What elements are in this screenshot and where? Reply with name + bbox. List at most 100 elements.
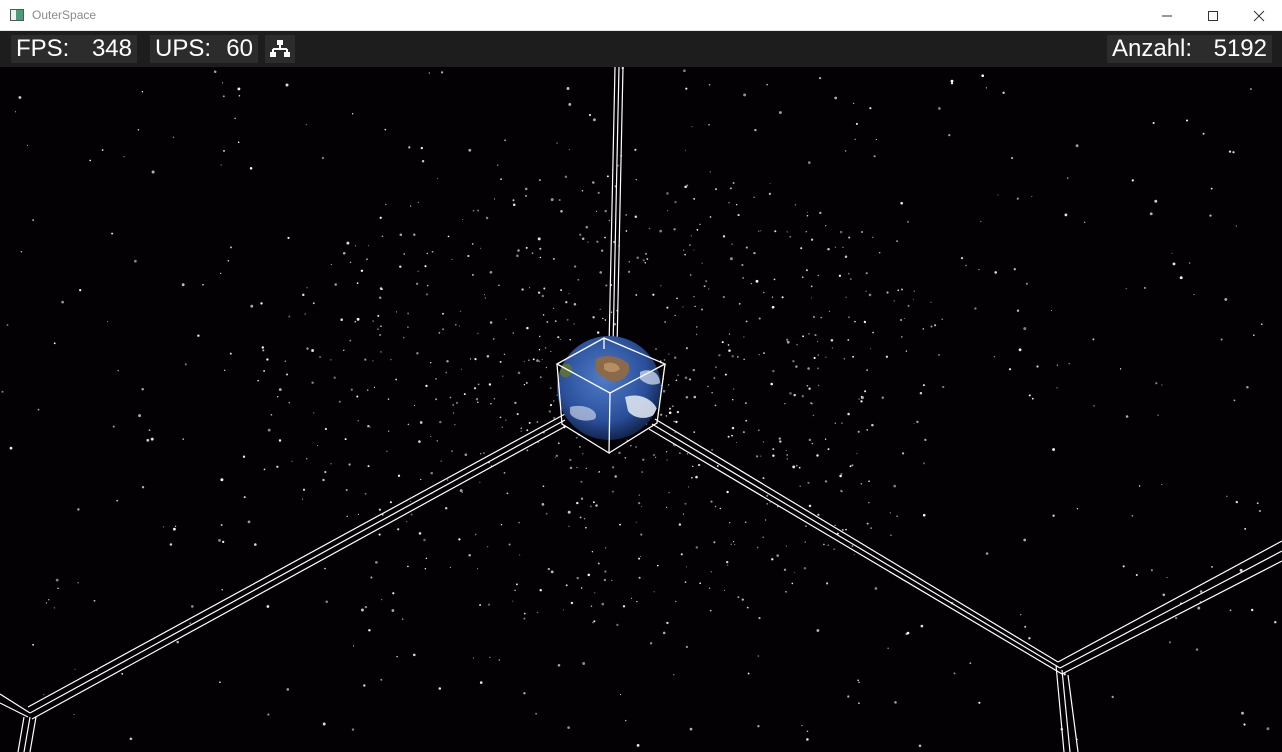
star [666,621,669,625]
star [618,451,621,455]
star [1028,637,1031,640]
maximize-button[interactable] [1190,0,1236,31]
star [1224,297,1228,301]
star [731,426,735,430]
star [291,460,293,462]
star [1166,576,1168,579]
star [526,429,529,432]
star [872,236,874,238]
star [502,375,504,377]
star [807,367,810,370]
star [653,454,655,456]
axis-left [0,413,567,752]
axis-right [648,418,1282,752]
star [213,70,217,74]
star [738,302,741,305]
star [652,293,655,296]
star [1232,151,1235,154]
star [604,236,606,239]
star [693,395,697,399]
star [218,539,221,542]
star [719,507,722,510]
star [1052,514,1055,517]
hierarchy-button[interactable] [265,35,295,63]
star [665,451,668,453]
star [375,561,378,564]
star [305,124,307,126]
star [500,523,503,526]
close-button[interactable] [1236,0,1282,31]
star [425,384,428,388]
star [714,404,717,407]
star [726,490,729,494]
star [890,534,892,536]
star [567,726,570,729]
star [349,261,352,264]
star [1235,225,1237,227]
star [202,283,204,286]
star [885,355,889,358]
star [512,600,514,602]
star [769,502,771,504]
star [1266,727,1270,731]
star [582,453,584,455]
star [655,348,657,351]
star [459,325,461,327]
star [475,398,479,401]
star [638,494,640,496]
star [1256,502,1259,505]
star [14,111,17,113]
space-scene[interactable] [0,67,1282,752]
star [181,283,185,287]
star [640,533,643,536]
star [834,524,836,526]
star [611,579,613,581]
star [638,576,641,579]
star [684,581,687,583]
star [1244,527,1247,530]
star [699,223,701,226]
star [1138,485,1141,487]
star [356,317,360,321]
star [1239,568,1243,572]
star [685,566,688,568]
star [444,506,448,510]
star [807,161,811,164]
star [664,321,666,323]
star [267,428,271,432]
star [454,424,456,426]
star [340,318,343,321]
star [854,320,856,323]
star [190,605,194,608]
star [197,334,200,337]
star [763,291,765,294]
star [786,454,788,456]
star [705,280,708,283]
star [601,249,604,252]
star [786,231,788,233]
star [220,164,222,166]
minimize-button[interactable] [1144,0,1190,31]
star [685,347,688,350]
star [604,209,607,213]
star [227,260,230,262]
star [369,426,371,428]
star [668,491,670,494]
star [93,599,96,602]
star [994,271,997,274]
star [106,321,109,323]
star [801,276,804,279]
star [870,348,872,350]
star [111,232,114,235]
star [635,178,637,181]
star [176,640,179,644]
star [493,338,495,340]
star [602,317,604,320]
star [493,198,496,200]
star [568,102,572,106]
star [686,184,689,187]
star [397,528,400,531]
star [904,317,906,319]
star [567,510,571,514]
star [694,305,696,308]
